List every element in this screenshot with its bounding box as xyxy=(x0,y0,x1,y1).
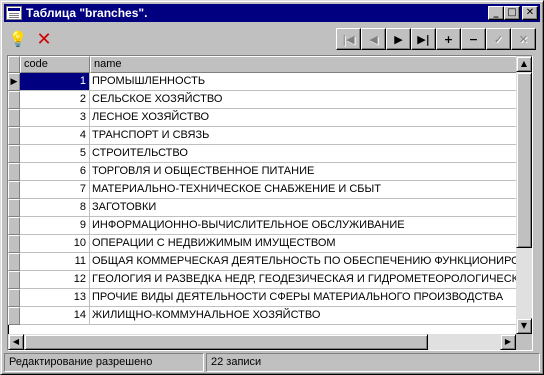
column-header-name[interactable]: name xyxy=(90,56,518,73)
cell-name[interactable]: ГЕОЛОГИЯ И РАЗВЕДКА НЕДР, ГЕОДЕЗИЧЕСКАЯ … xyxy=(90,271,518,289)
nav-post-button[interactable]: ✓ xyxy=(486,28,511,50)
row-indicator[interactable] xyxy=(8,91,20,109)
data-grid[interactable]: code name ▶ 1 ПРОМЫШЛЕННОСТЬ 2 СЕЛЬСКОЕ ХОЗЯ… xyxy=(7,55,533,351)
row-indicator[interactable] xyxy=(8,109,20,127)
window-title: Таблица "branches". xyxy=(26,6,148,20)
toolbar: 💡 ✕ |◀ ◀ ▶ ▶| + − ✓ ✕ xyxy=(4,25,540,53)
cell-name[interactable]: ОПЕРАЦИИ С НЕДВИЖИМЫМ ИМУЩЕСТВОМ xyxy=(90,235,518,253)
lightbulb-icon[interactable]: 💡 xyxy=(8,29,28,49)
table-row[interactable]: 13 ПРОЧИЕ ВИДЫ ДЕЯТЕЛЬНОСТИ СФЕРЫ МАТЕРИА… xyxy=(8,289,532,307)
delete-icon[interactable]: ✕ xyxy=(34,29,54,50)
status-bar: Редактирование разрешено 22 записи xyxy=(4,353,540,372)
nav-insert-button[interactable]: + xyxy=(436,28,461,50)
maximize-button[interactable]: □ xyxy=(504,6,520,20)
cell-code[interactable]: 9 xyxy=(20,217,90,235)
row-indicator[interactable] xyxy=(8,307,20,325)
row-indicator[interactable] xyxy=(8,199,20,217)
cell-code[interactable]: 8 xyxy=(20,199,90,217)
scroll-left-button[interactable]: ◀ xyxy=(8,334,24,350)
cell-name[interactable]: ИНФОРМАЦИОННО-ВЫЧИСЛИТЕЛЬНОЕ ОБСЛУЖИВАНИ… xyxy=(90,217,518,235)
scrollbar-corner xyxy=(516,334,532,350)
cell-name[interactable]: ЖИЛИЩНО-КОММУНАЛЬНОЕ ХОЗЯЙСТВО xyxy=(90,307,518,325)
nav-delete-button[interactable]: − xyxy=(461,28,486,50)
close-button[interactable]: ✕ xyxy=(522,6,538,20)
row-indicator[interactable] xyxy=(8,271,20,289)
status-edit-mode: Редактирование разрешено xyxy=(4,353,204,372)
cell-code[interactable]: 14 xyxy=(20,307,90,325)
table-row[interactable]: 8 ЗАГОТОВКИ xyxy=(8,199,532,217)
cell-name[interactable]: ОБЩАЯ КОММЕРЧЕСКАЯ ДЕЯТЕЛЬНОСТЬ ПО ОБЕСП… xyxy=(90,253,518,271)
scroll-up-button[interactable]: ▲ xyxy=(516,56,532,72)
title-bar[interactable]: Таблица "branches". _ □ ✕ xyxy=(4,4,540,22)
nav-last-button[interactable]: ▶| xyxy=(411,28,436,50)
table-row[interactable]: 4 ТРАНСПОРТ И СВЯЗЬ xyxy=(8,127,532,145)
status-record-count: 22 записи xyxy=(206,353,540,372)
cell-name[interactable]: ПРОМЫШЛЕННОСТЬ xyxy=(90,73,518,91)
cell-code[interactable]: 11 xyxy=(20,253,90,271)
cell-code[interactable]: 5 xyxy=(20,145,90,163)
table-row[interactable]: 11 ОБЩАЯ КОММЕРЧЕСКАЯ ДЕЯТЕЛЬНОСТЬ ПО ОБЕ… xyxy=(8,253,532,271)
cell-name[interactable]: ТОРГОВЛЯ И ОБЩЕСТВЕННОЕ ПИТАНИЕ xyxy=(90,163,518,181)
table-app-icon[interactable] xyxy=(6,6,22,20)
column-header-code[interactable]: code xyxy=(20,56,90,73)
cell-name[interactable]: ЛЕСНОЕ ХОЗЯЙСТВО xyxy=(90,109,518,127)
cell-name[interactable]: МАТЕРИАЛЬНО-ТЕХНИЧЕСКОЕ СНАБЖЕНИЕ И СБЫТ xyxy=(90,181,518,199)
cell-name[interactable]: СЕЛЬСКОЕ ХОЗЯЙСТВО xyxy=(90,91,518,109)
grid-body: ▶ 1 ПРОМЫШЛЕННОСТЬ 2 СЕЛЬСКОЕ ХОЗЯЙСТВО 3 ЛЕСН… xyxy=(8,73,532,325)
cell-code[interactable]: 6 xyxy=(20,163,90,181)
cell-name[interactable]: СТРОИТЕЛЬСТВО xyxy=(90,145,518,163)
cell-name[interactable]: ЗАГОТОВКИ xyxy=(90,199,518,217)
horizontal-scrollbar[interactable]: ◀ ▶ xyxy=(8,334,516,350)
row-indicator[interactable] xyxy=(8,253,20,271)
table-row[interactable]: 9 ИНФОРМАЦИОННО-ВЫЧИСЛИТЕЛЬНОЕ ОБСЛУЖИВАН… xyxy=(8,217,532,235)
grid-header: code name xyxy=(8,56,532,73)
table-row[interactable]: 3 ЛЕСНОЕ ХОЗЯЙСТВО xyxy=(8,109,532,127)
db-navigator: |◀ ◀ ▶ ▶| + − ✓ ✕ xyxy=(336,28,536,50)
row-indicator[interactable] xyxy=(8,181,20,199)
cell-code[interactable]: 10 xyxy=(20,235,90,253)
table-window: Таблица "branches". _ □ ✕ 💡 ✕ |◀ ◀ ▶ ▶| … xyxy=(0,0,544,375)
table-row[interactable]: ▶ 1 ПРОМЫШЛЕННОСТЬ xyxy=(8,73,532,91)
table-row[interactable]: 5 СТРОИТЕЛЬСТВО xyxy=(8,145,532,163)
cell-code[interactable]: 7 xyxy=(20,181,90,199)
horizontal-scroll-thumb[interactable] xyxy=(24,334,428,350)
table-row[interactable]: 12 ГЕОЛОГИЯ И РАЗВЕДКА НЕДР, ГЕОДЕЗИЧЕСКА… xyxy=(8,271,532,289)
row-indicator[interactable] xyxy=(8,235,20,253)
row-indicator[interactable] xyxy=(8,145,20,163)
cell-code[interactable]: 4 xyxy=(20,127,90,145)
table-row[interactable]: 10 ОПЕРАЦИИ С НЕДВИЖИМЫМ ИМУЩЕСТВОМ xyxy=(8,235,532,253)
table-row[interactable]: 14 ЖИЛИЩНО-КОММУНАЛЬНОЕ ХОЗЯЙСТВО xyxy=(8,307,532,325)
row-indicator[interactable] xyxy=(8,127,20,145)
nav-first-button[interactable]: |◀ xyxy=(336,28,361,50)
row-indicator[interactable] xyxy=(8,289,20,307)
cell-name[interactable]: ТРАНСПОРТ И СВЯЗЬ xyxy=(90,127,518,145)
cell-code[interactable]: 1 xyxy=(20,73,90,91)
minimize-button[interactable]: _ xyxy=(488,6,504,20)
cell-code[interactable]: 2 xyxy=(20,91,90,109)
current-row-indicator[interactable]: ▶ xyxy=(8,73,20,91)
cell-code[interactable]: 3 xyxy=(20,109,90,127)
table-row[interactable]: 2 СЕЛЬСКОЕ ХОЗЯЙСТВО xyxy=(8,91,532,109)
row-indicator[interactable] xyxy=(8,163,20,181)
cell-name[interactable]: ПРОЧИЕ ВИДЫ ДЕЯТЕЛЬНОСТИ СФЕРЫ МАТЕРИАЛЬ… xyxy=(90,289,518,307)
nav-next-button[interactable]: ▶ xyxy=(386,28,411,50)
scroll-down-button[interactable]: ▼ xyxy=(516,318,532,334)
scroll-right-button[interactable]: ▶ xyxy=(500,334,516,350)
table-row[interactable]: 7 МАТЕРИАЛЬНО-ТЕХНИЧЕСКОЕ СНАБЖЕНИЕ И СБЫ… xyxy=(8,181,532,199)
nav-cancel-button[interactable]: ✕ xyxy=(511,28,536,50)
cell-code[interactable]: 13 xyxy=(20,289,90,307)
vertical-scroll-thumb[interactable] xyxy=(516,72,532,248)
row-indicator[interactable] xyxy=(8,217,20,235)
table-row[interactable]: 6 ТОРГОВЛЯ И ОБЩЕСТВЕННОЕ ПИТАНИЕ xyxy=(8,163,532,181)
indicator-header xyxy=(8,56,20,73)
nav-prior-button[interactable]: ◀ xyxy=(361,28,386,50)
vertical-scrollbar[interactable]: ▲ ▼ xyxy=(516,56,532,334)
cell-code[interactable]: 12 xyxy=(20,271,90,289)
